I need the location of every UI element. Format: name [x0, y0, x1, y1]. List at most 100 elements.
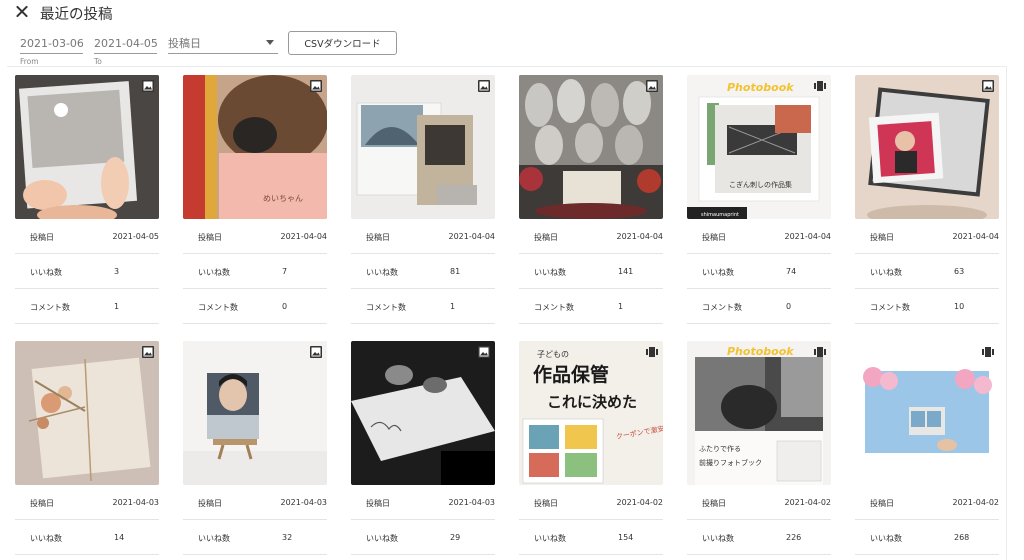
architecture-photobook-image — [351, 75, 495, 219]
thumb-text: Photobook — [727, 81, 794, 94]
date-value: 2021-04-02 — [952, 498, 1000, 507]
likes-value: 81 — [450, 267, 461, 276]
thumb-text: 子どもの — [537, 350, 569, 359]
post-date-row: 投稿日 2021-04-03 — [351, 485, 495, 520]
post-date-row: 投稿日 2021-04-03 — [183, 485, 327, 520]
likes-label: いいね数 — [702, 268, 734, 277]
sort-select-value: 投稿日 — [168, 37, 201, 50]
to-date-input[interactable] — [94, 34, 157, 50]
likes-row: いいね数 81 — [351, 254, 495, 289]
likes-value: 154 — [618, 533, 634, 542]
date-label: 投稿日 — [198, 499, 222, 508]
image-icon — [141, 79, 155, 93]
likes-value: 74 — [786, 267, 797, 276]
from-hint: From — [20, 57, 39, 66]
post-date-row: 投稿日 2021-04-04 — [519, 219, 663, 254]
image-icon — [477, 79, 491, 93]
kogin-photobook-image: Photobook こぎん刺しの作品集 shimaumaprint — [687, 75, 831, 219]
post-thumbnail[interactable] — [351, 341, 495, 485]
from-date-field[interactable]: From — [20, 32, 83, 66]
thumb-text: shimaumaprint — [701, 212, 739, 218]
likes-label: いいね数 — [30, 534, 62, 543]
likes-label: いいね数 — [534, 534, 566, 543]
post-thumbnail[interactable] — [15, 75, 159, 219]
comments-value: 0 — [282, 302, 288, 311]
baby-photobook-image — [15, 75, 159, 219]
comments-label: コメント数 — [30, 303, 70, 312]
likes-value: 7 — [282, 267, 288, 276]
date-label: 投稿日 — [534, 499, 558, 508]
date-label: 投稿日 — [198, 233, 222, 242]
comments-value: 0 — [786, 302, 792, 311]
post-date-row: 投稿日 2021-04-02 — [519, 485, 663, 520]
date-value: 2021-04-03 — [448, 498, 496, 507]
likes-row: いいね数 226 — [687, 520, 831, 555]
portrait-easel-image — [183, 341, 327, 485]
monochrome-book-image — [351, 341, 495, 485]
post-date-row: 投稿日 2021-04-04 — [183, 219, 327, 254]
likes-row: いいね数 3 — [15, 254, 159, 289]
image-icon — [645, 79, 659, 93]
thumb-text: 前撮りフォトブック — [699, 458, 762, 467]
comments-row: コメント数 1 — [519, 289, 663, 324]
artwork-storage-ad-image: 子どもの 作品保管 これに決めた クーポンで激安! — [519, 341, 663, 485]
post-thumbnail[interactable] — [183, 341, 327, 485]
chevron-down-icon — [266, 40, 274, 45]
thumb-text: これに決めた — [547, 393, 637, 411]
image-icon — [141, 345, 155, 359]
post-thumbnail[interactable]: めいちゃん — [183, 75, 327, 219]
to-date-field[interactable]: To — [94, 32, 157, 66]
likes-label: いいね数 — [870, 268, 902, 277]
date-value: 2021-04-04 — [280, 232, 328, 241]
date-value: 2021-04-02 — [784, 498, 832, 507]
post-thumbnail[interactable]: Photobook ふたりで作る 前撮りフォトブック — [687, 341, 831, 485]
comments-value: 10 — [954, 302, 965, 311]
date-label: 投稿日 — [870, 499, 894, 508]
portrait-photobook-image — [855, 75, 999, 219]
likes-label: いいね数 — [366, 268, 398, 277]
csv-download-button[interactable]: CSVダウンロード — [288, 31, 397, 55]
comments-label: コメント数 — [870, 303, 910, 312]
comments-label: コメント数 — [534, 303, 574, 312]
likes-value: 3 — [114, 267, 120, 276]
thumb-text: こぎん刺しの作品集 — [729, 180, 792, 189]
post-thumbnail[interactable] — [351, 75, 495, 219]
comments-value: 1 — [450, 302, 456, 311]
child-photobook-image: めいちゃん — [183, 75, 327, 219]
post-thumbnail[interactable] — [855, 341, 999, 485]
likes-row: いいね数 14 — [15, 520, 159, 555]
comments-row: コメント数 1 — [351, 289, 495, 324]
likes-row: いいね数 63 — [855, 254, 999, 289]
post-thumbnail[interactable]: Photobook こぎん刺しの作品集 shimaumaprint — [687, 75, 831, 219]
carousel-icon — [813, 79, 827, 93]
thumb-text: ふたりで作る — [699, 444, 741, 453]
thumb-text: 作品保管 — [533, 363, 609, 386]
image-icon — [981, 79, 995, 93]
comments-label: コメント数 — [702, 303, 742, 312]
date-label: 投稿日 — [702, 499, 726, 508]
post-date-row: 投稿日 2021-04-04 — [351, 219, 495, 254]
likes-label: いいね数 — [30, 268, 62, 277]
comments-value: 1 — [618, 302, 624, 311]
post-thumbnail[interactable] — [519, 75, 663, 219]
likes-row: いいね数 7 — [183, 254, 327, 289]
sort-select[interactable]: 投稿日 — [168, 32, 278, 54]
likes-label: いいね数 — [534, 268, 566, 277]
from-date-input[interactable] — [20, 34, 83, 50]
thumb-text: めいちゃん — [263, 194, 303, 203]
likes-value: 141 — [618, 267, 634, 276]
date-label: 投稿日 — [30, 499, 54, 508]
likes-value: 63 — [954, 267, 965, 276]
post-thumbnail[interactable] — [15, 341, 159, 485]
page-title: 最近の投稿 — [40, 7, 113, 23]
comments-label: コメント数 — [366, 303, 406, 312]
likes-label: いいね数 — [870, 534, 902, 543]
date-value: 2021-04-05 — [112, 232, 160, 241]
comments-row: コメント数 1 — [15, 289, 159, 324]
image-icon — [477, 345, 491, 359]
likes-row: いいね数 29 — [351, 520, 495, 555]
post-date-row: 投稿日 2021-04-02 — [855, 485, 999, 520]
post-thumbnail[interactable] — [855, 75, 999, 219]
close-icon[interactable] — [14, 4, 30, 20]
post-thumbnail[interactable]: 子どもの 作品保管 これに決めた クーポンで激安! — [519, 341, 663, 485]
